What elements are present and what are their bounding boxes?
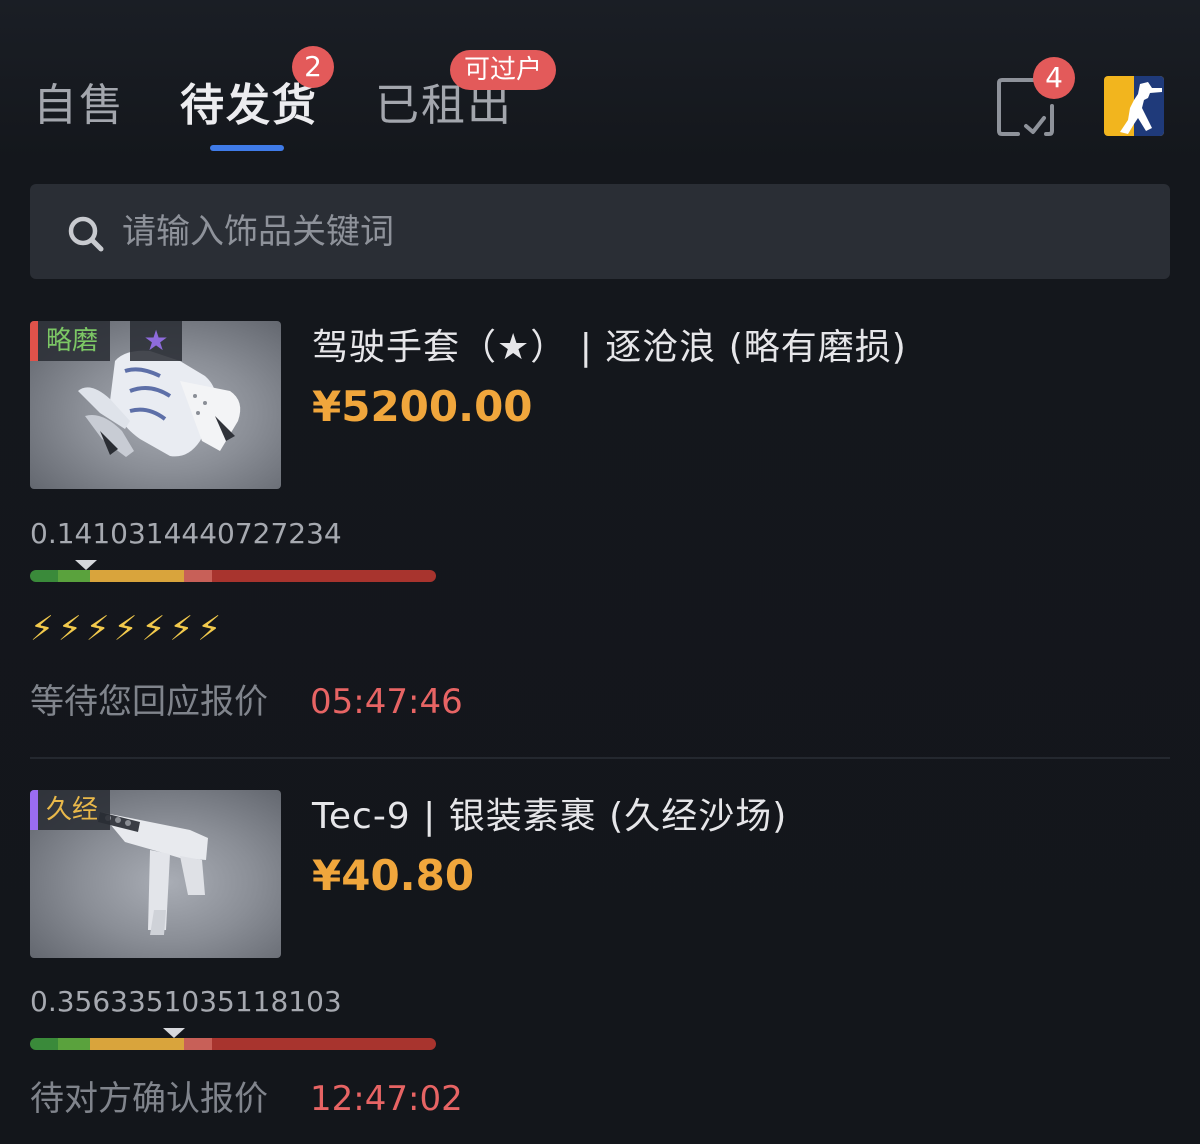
order-status: 等待您回应报价 — [30, 682, 268, 722]
float-marker — [75, 560, 98, 570]
order-status: 待对方确认报价 — [30, 1079, 268, 1119]
item-price: ¥40.80 — [312, 851, 475, 900]
top-tabs: 自售 待发货 2 已租出 可过户 4 — [0, 0, 1200, 170]
search-bar[interactable] — [30, 184, 1170, 279]
wear-tag: 久经 — [30, 790, 111, 830]
divider — [30, 757, 1170, 759]
item-name: 驾驶手套（★） | 逐沧浪 (略有磨损) — [312, 327, 907, 368]
item-thumbnail-gloves[interactable]: 略磨 ★ — [30, 321, 281, 489]
counter-strike-logo-icon[interactable] — [1104, 76, 1164, 136]
wear-tag: 略磨 — [30, 321, 111, 361]
search-input[interactable] — [122, 184, 1122, 279]
float-value: 0.3563351035118103 — [30, 985, 342, 1018]
lightning-icons: ⚡⚡⚡⚡⚡⚡⚡ — [30, 609, 226, 649]
active-tab-indicator — [210, 145, 284, 151]
float-value: 0.1410314440727234 — [30, 517, 342, 550]
star-icon: ★ — [130, 321, 182, 361]
item-name: Tec-9 | 银装素裹 (久经沙场) — [312, 796, 788, 837]
wear-bar — [30, 570, 436, 582]
item-thumbnail-tec9[interactable]: 久经 — [30, 790, 281, 958]
countdown-timer: 05:47:46 — [310, 682, 463, 722]
item-price: ¥5200.00 — [312, 382, 533, 431]
countdown-timer: 12:47:02 — [310, 1079, 463, 1119]
tab-pending-delivery[interactable]: 待发货 — [180, 78, 318, 134]
tab-self-sell[interactable]: 自售 — [33, 78, 125, 134]
wear-bar — [30, 1038, 436, 1050]
float-marker — [163, 1028, 186, 1038]
search-icon — [66, 214, 106, 254]
transferable-badge: 可过户 — [450, 50, 557, 90]
pending-count-badge: 2 — [292, 46, 334, 88]
notification-count-badge: 4 — [1033, 57, 1075, 99]
